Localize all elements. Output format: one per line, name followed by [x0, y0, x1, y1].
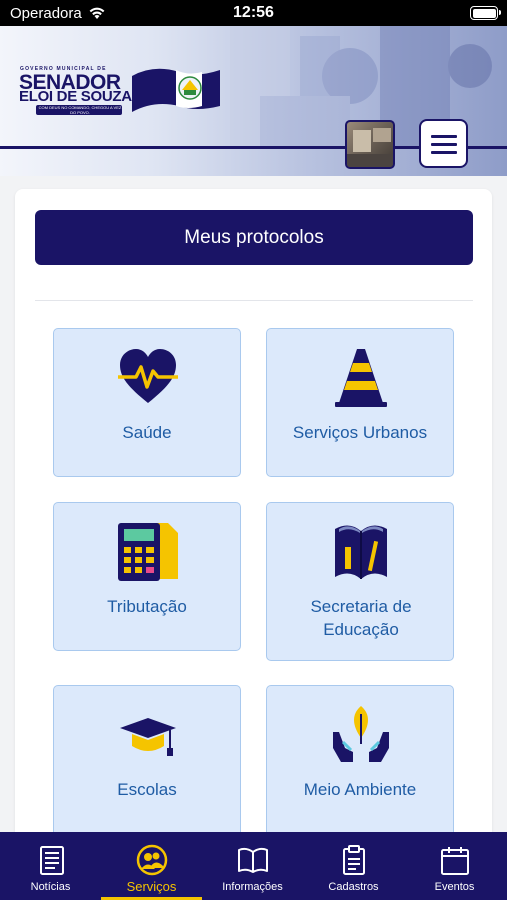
tab-servicos[interactable]: Serviços	[101, 832, 202, 900]
service-label: Secretaria de Educação	[310, 597, 412, 639]
status-time: 12:56	[233, 4, 274, 21]
service-label: Escolas	[117, 780, 177, 799]
service-tile-saude[interactable]: Saúde	[53, 328, 241, 477]
book-icon	[335, 525, 387, 579]
tab-label: Serviços	[126, 879, 177, 894]
bottom-tab-bar: Notícias Serviços Informações Cadastros	[0, 832, 507, 900]
flag-icon	[132, 68, 220, 112]
open-book-icon	[238, 847, 268, 873]
calculator-icon	[118, 523, 178, 581]
header-photo-button[interactable]	[345, 120, 395, 169]
service-tile-tributacao[interactable]: Tributação	[53, 502, 241, 651]
calendar-icon	[441, 847, 469, 875]
traffic-cone-icon	[335, 349, 387, 407]
hands-leaf-icon	[333, 706, 389, 762]
tab-cadastros[interactable]: Cadastros	[303, 832, 404, 900]
section-divider	[35, 300, 473, 301]
tab-label: Notícias	[30, 881, 71, 893]
heart-pulse-icon	[118, 349, 178, 403]
municipality-logo: GOVERNO MUNICIPAL DE SENADOR ELOI DE SOU…	[18, 66, 223, 142]
users-icon	[136, 844, 168, 876]
newspaper-icon	[40, 846, 64, 875]
service-tile-servicos-urbanos[interactable]: Serviços Urbanos	[266, 328, 454, 477]
tab-informacoes[interactable]: Informações	[202, 832, 303, 900]
service-tile-meio-ambiente[interactable]: Meio Ambiente	[266, 685, 454, 840]
status-bar: Operadora 12:56	[0, 0, 507, 26]
service-label: Tributação	[107, 597, 187, 616]
service-tile-escolas[interactable]: Escolas	[53, 685, 241, 840]
service-label: Serviços Urbanos	[292, 423, 428, 442]
tab-noticias[interactable]: Notícias	[0, 832, 101, 900]
tab-label: Cadastros	[328, 881, 379, 893]
battery-icon	[470, 6, 501, 20]
tab-eventos[interactable]: Eventos	[404, 832, 505, 900]
service-tile-secretaria-educacao[interactable]: Secretaria de Educação	[266, 502, 454, 661]
menu-button[interactable]	[419, 119, 468, 168]
clipboard-icon	[343, 845, 365, 875]
service-label: Meio Ambiente	[303, 780, 417, 799]
tab-label: Informações	[222, 881, 283, 893]
graduation-cap-icon	[120, 718, 176, 756]
my-protocols-button[interactable]: Meus protocolos	[35, 210, 473, 265]
tab-label: Eventos	[434, 881, 475, 893]
service-label: Saúde	[122, 423, 172, 442]
logo-name-line2: ELOI DE SOUZA	[19, 88, 132, 105]
logo-slogan: COM DEUS NO COMANDO, CHEGOU A VEZ DO POV…	[38, 105, 122, 115]
